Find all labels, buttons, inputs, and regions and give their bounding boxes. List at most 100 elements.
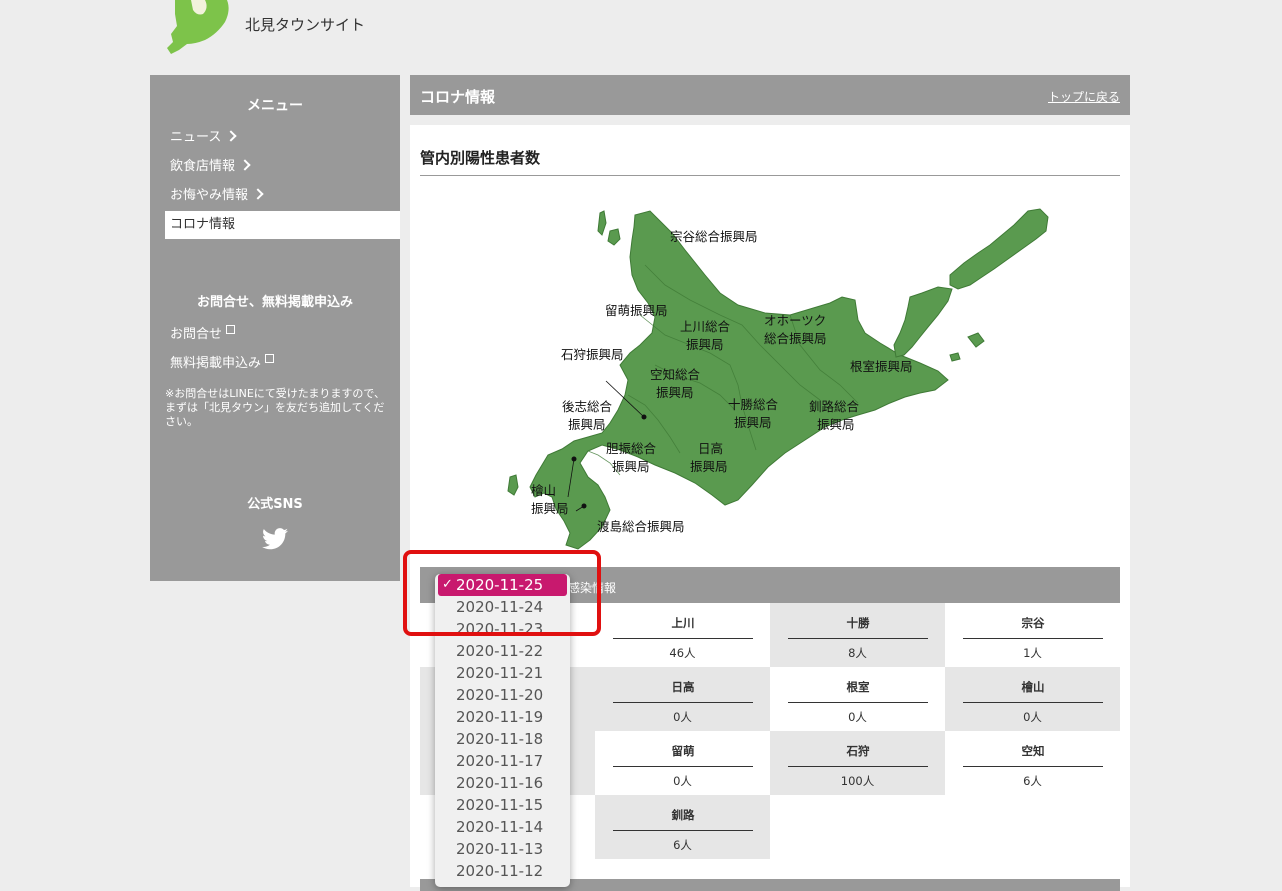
sidebar-item-restaurants[interactable]: 飲食店情報 (165, 153, 400, 181)
region-count: 6人 (1023, 774, 1042, 788)
region-name: 上川 (613, 615, 753, 639)
region-cell: 留萌 0人 (595, 731, 770, 795)
region-count: 0人 (673, 710, 692, 724)
date-option[interactable]: 2020-11-18 (435, 728, 570, 750)
sidebar-item-label: コロナ情報 (170, 217, 236, 232)
map-island-okushiri (507, 474, 519, 496)
sidebar-item-obituaries[interactable]: お悔やみ情報 (165, 182, 400, 210)
sidebar-item-news[interactable]: ニュース (165, 124, 400, 152)
map-island-kunashiri (893, 286, 953, 358)
date-option[interactable]: 2020-11-12 (435, 860, 570, 882)
region-name: 留萌 (613, 743, 753, 767)
chevron-right-icon (252, 188, 264, 200)
free-listing-link[interactable]: 無料掲載申込み (170, 352, 275, 371)
map-label-hidaka: 日高 (698, 441, 723, 456)
site-title[interactable]: 北見タウンサイト (245, 14, 365, 35)
map-label-tokachi: 振興局 (734, 415, 772, 430)
chevron-right-icon (239, 159, 251, 171)
map-island-shikotan (967, 332, 985, 348)
region-count: 1人 (1023, 646, 1042, 660)
date-option[interactable]: ✓ 2020-11-25 (438, 574, 567, 596)
external-link-icon (226, 325, 236, 334)
contact-note: ※お問合せはLINEにて受けたまりますので、まずは「北見タウン」を友だち追加して… (165, 387, 385, 428)
map-label-shiribeshi: 後志総合 (562, 399, 613, 414)
sidebar: メニュー ニュース 飲食店情報 お悔やみ情報 コロナ情報 お問合せ、無料掲載申込… (150, 75, 400, 581)
region-cell: 上川 46人 (595, 603, 770, 667)
divider (420, 175, 1120, 176)
date-option[interactable]: 2020-11-15 (435, 794, 570, 816)
region-cell: 十勝 8人 (770, 603, 945, 667)
hokkaido-map: 宗谷総合振興局 留萌振興局 上川総合 振興局 オホーツク 総合振興局 石狩振興局… (507, 208, 1049, 550)
map-label-iburi: 胆振総合 (606, 441, 657, 456)
contact-title: お問合せ、無料掲載申込み (196, 295, 353, 310)
region-cell: 空知 6人 (945, 731, 1120, 795)
section-title: 管内別陽性患者数 (420, 149, 541, 167)
map-label-kamikawa: 振興局 (686, 337, 724, 352)
site-header: 北見タウンサイト (0, 0, 1282, 60)
map-label-rumoi: 留萌振興局 (605, 303, 668, 318)
date-option[interactable]: 2020-11-20 (435, 684, 570, 706)
map-label-iburi: 振興局 (612, 459, 650, 474)
map-label-kamikawa: 上川総合 (680, 319, 731, 334)
date-option[interactable]: 2020-11-21 (435, 662, 570, 684)
date-option[interactable]: 2020-11-19 (435, 706, 570, 728)
map-label-sorachi: 振興局 (656, 385, 694, 400)
region-count: 6人 (673, 838, 692, 852)
map-label-hiyama: 檜山 (531, 483, 556, 498)
contact-link[interactable]: お問合せ (170, 323, 236, 342)
map-label-ishikari: 石狩振興局 (561, 347, 624, 362)
region-count: 0人 (673, 774, 692, 788)
region-cell: 石狩 100人 (770, 731, 945, 795)
map-island-habomai (949, 352, 961, 362)
page-title: コロナ情報 (420, 88, 496, 106)
region-count: 0人 (1023, 710, 1042, 724)
twitter-icon[interactable] (262, 528, 288, 550)
region-name: 檜山 (963, 679, 1103, 703)
date-option[interactable]: 2020-11-17 (435, 750, 570, 772)
map-label-tokachi: 十勝総合 (728, 397, 779, 412)
region-cell: 宗谷 1人 (945, 603, 1120, 667)
date-option[interactable]: 2020-11-13 (435, 838, 570, 860)
region-cell: 根室 0人 (770, 667, 945, 731)
back-to-top-link[interactable]: トップに戻る (1048, 88, 1120, 105)
menu-title: メニュー (247, 98, 303, 114)
map-label-okhotsk: 総合振興局 (764, 331, 827, 346)
chevron-right-icon (225, 130, 238, 142)
region-name: 十勝 (788, 615, 928, 639)
map-label-hidaka: 振興局 (690, 459, 728, 474)
map-mainland (529, 210, 949, 550)
date-option[interactable]: 2020-11-16 (435, 772, 570, 794)
region-name: 宗谷 (963, 615, 1103, 639)
date-option[interactable]: 2020-11-24 (435, 596, 570, 618)
external-link-icon (265, 354, 275, 363)
sidebar-item-corona[interactable]: コロナ情報 (165, 211, 400, 239)
check-icon: ✓ (442, 577, 453, 592)
region-name: 空知 (963, 743, 1103, 767)
hokkaido-logo[interactable] (165, 0, 235, 58)
region-count: 46人 (669, 646, 696, 660)
region-cell: 釧路 6人 (595, 795, 770, 859)
map-label-kushiro: 釧路総合 (809, 399, 860, 414)
date-option[interactable]: 2020-11-22 (435, 640, 570, 662)
region-name: 石狩 (788, 743, 928, 767)
sidebar-item-label: 飲食店情報 (170, 159, 236, 174)
sns-title: 公式SNS (247, 497, 303, 512)
region-name: 日高 (613, 679, 753, 703)
free-listing-link-label: 無料掲載申込み (170, 356, 262, 371)
map-label-shiribeshi: 振興局 (568, 417, 606, 432)
map-label-okhotsk: オホーツク (764, 313, 826, 328)
map-label-oshima: 渡島総合振興局 (597, 519, 685, 534)
date-select-dropdown[interactable]: ✓ 2020-11-25 2020-11-24 2020-11-23 2020-1… (435, 574, 570, 887)
date-option[interactable]: 2020-11-14 (435, 816, 570, 838)
sidebar-item-label: お悔やみ情報 (170, 188, 249, 203)
map-island-etorofu (949, 208, 1049, 290)
map-label-hiyama: 振興局 (531, 501, 569, 516)
map-label-souya: 宗谷総合振興局 (670, 229, 758, 244)
region-cell: 檜山 0人 (945, 667, 1120, 731)
map-label-kushiro: 振興局 (817, 417, 855, 432)
region-name: 釧路 (613, 807, 753, 831)
date-option[interactable]: 2020-11-23 (435, 618, 570, 640)
map-label-sorachi: 空知総合 (650, 367, 701, 382)
region-count: 8人 (848, 646, 867, 660)
region-cell: 日高 0人 (595, 667, 770, 731)
